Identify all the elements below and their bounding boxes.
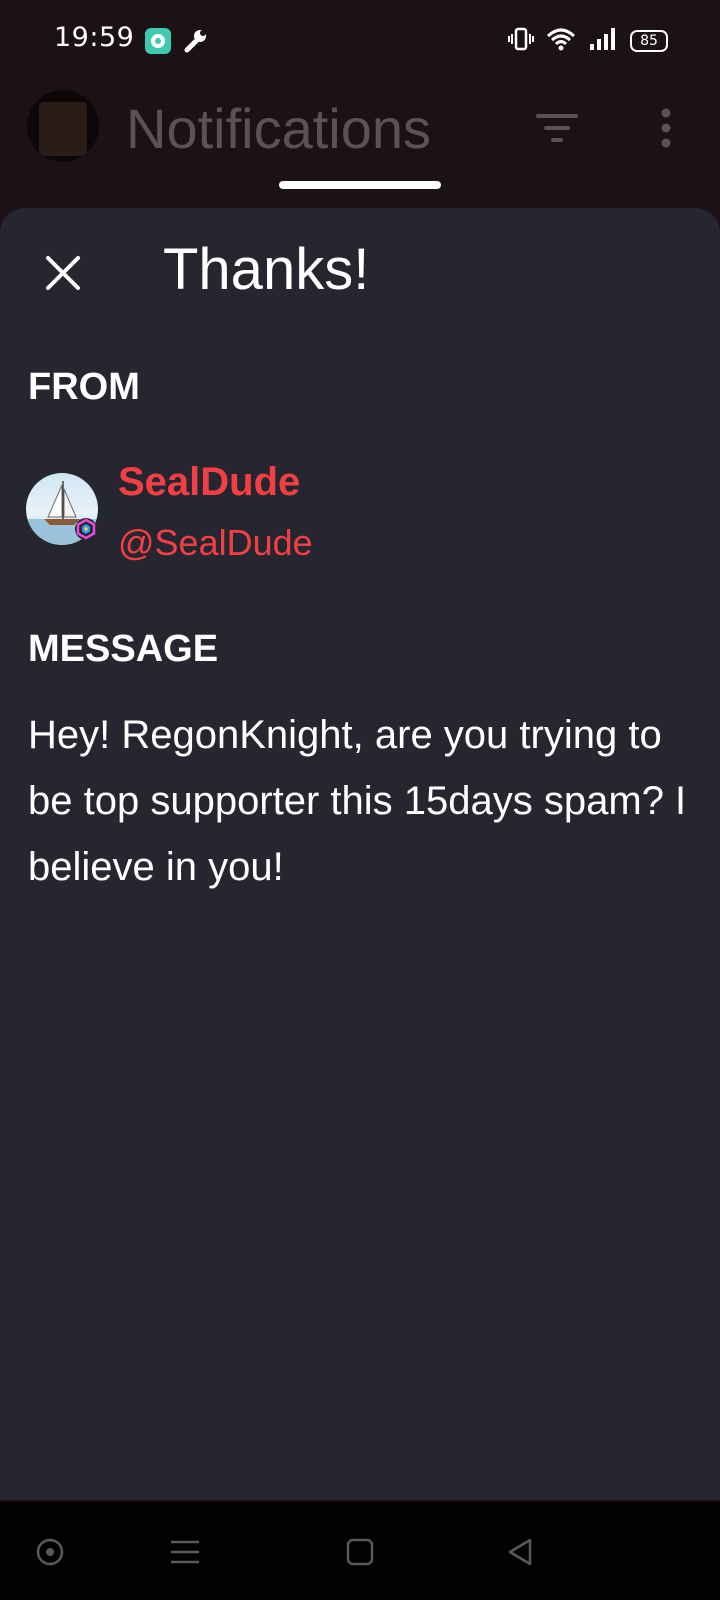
status-icons: 85: [508, 26, 668, 56]
nitro-badge-icon: [74, 517, 98, 541]
filter-icon[interactable]: [536, 112, 578, 148]
message-text: Hey! RegonKnight, are you trying to be t…: [28, 713, 687, 889]
page-title: Notifications: [126, 97, 432, 160]
paper-bag-avatar-image: [39, 102, 87, 156]
system-nav-bar: [0, 1500, 720, 1600]
status-time: 19:59: [54, 22, 135, 53]
close-icon[interactable]: [42, 252, 84, 294]
from-label: FROM: [28, 366, 140, 408]
app-notification-icon: [145, 28, 171, 54]
battery-icon: 85: [630, 30, 668, 52]
sender-avatar[interactable]: [26, 473, 98, 545]
status-bar: 19:59 85: [0, 0, 720, 84]
sender-handle[interactable]: @SealDude: [118, 522, 313, 564]
wrench-icon: [183, 28, 209, 58]
vibrate-icon: [508, 26, 534, 56]
message-sheet: Thanks! FROM SealDude @SealDude MESSAGE …: [0, 208, 720, 1500]
avatar[interactable]: [27, 90, 99, 162]
home-icon[interactable]: [340, 1532, 380, 1572]
recents-icon[interactable]: [165, 1532, 205, 1572]
sender-name[interactable]: SealDude: [118, 460, 300, 505]
more-options-icon[interactable]: [660, 108, 672, 152]
sheet-title: Thanks!: [163, 237, 370, 302]
back-icon[interactable]: [500, 1532, 540, 1572]
assistant-icon[interactable]: [30, 1532, 70, 1572]
wifi-icon: [546, 26, 576, 56]
message-label: MESSAGE: [28, 628, 219, 670]
sheet-drag-handle[interactable]: [279, 181, 441, 189]
signal-icon: [588, 26, 618, 56]
screen: 19:59 85 Notifications Thanks! FROM Seal…: [0, 0, 720, 1600]
